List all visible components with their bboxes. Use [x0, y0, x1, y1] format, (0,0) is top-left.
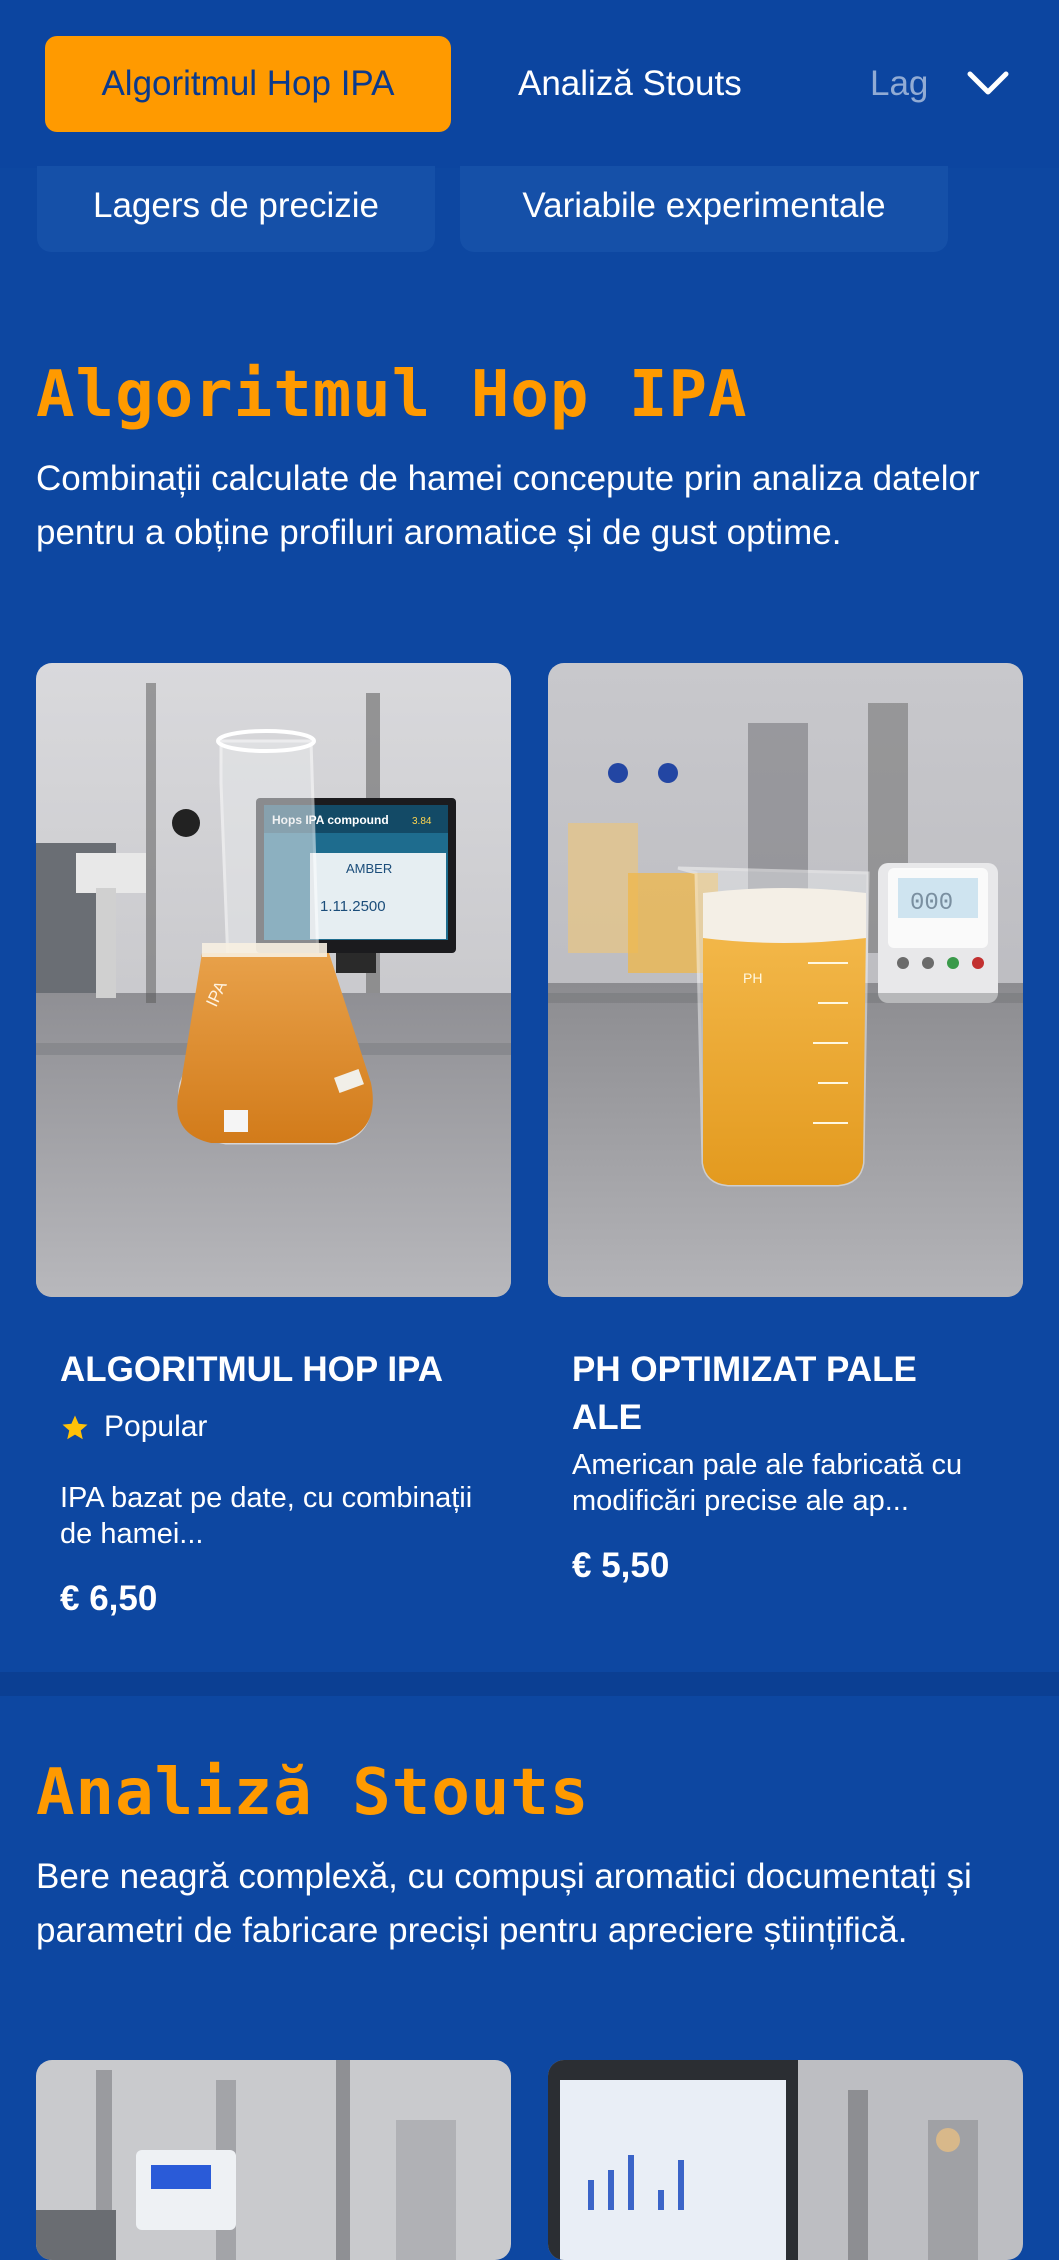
- product-description: IPA bazat pe date, cu combinații de hame…: [60, 1482, 473, 1550]
- product-price: € 5,50: [572, 1546, 670, 1585]
- product-image-stout-2[interactable]: [548, 2060, 1023, 2260]
- popular-badge: Popular: [104, 1410, 208, 1443]
- section-description: Combinații calculate de hamei concepute …: [36, 459, 980, 552]
- product-image-stout-1[interactable]: [36, 2060, 511, 2260]
- chip-lagers-de-precizie[interactable]: Lagers de precizie: [37, 166, 435, 252]
- tab-lagers-partial[interactable]: Lag: [870, 36, 936, 132]
- product-description: American pale ale fabricată cu modificăr…: [572, 1449, 963, 1517]
- section-title: Analiză Stouts: [36, 1756, 590, 1830]
- product-name[interactable]: PH OPTIMIZAT PALE ALE: [572, 1346, 992, 1442]
- meter-display-text: 000: [910, 890, 953, 917]
- product-image-ph-pale-ale[interactable]: 000 PH: [548, 663, 1023, 1297]
- beaker-label-text: PH: [743, 970, 762, 986]
- product-image-hop-ipa[interactable]: Hops IPA compound 3.84 AMBER 1.11.2500 I…: [36, 663, 511, 1297]
- category-nav: Algoritmul Hop IPA Analiză Stouts Lag: [0, 0, 1059, 168]
- monitor-reading-text: 1.11.2500: [320, 898, 386, 915]
- monitor-value-text: 3.84: [412, 816, 432, 827]
- chevron-down-icon[interactable]: [964, 62, 1012, 106]
- section-divider: [0, 1672, 1059, 1696]
- monitor-label-text: AMBER: [346, 861, 392, 876]
- section-title: Algoritmul Hop IPA: [36, 358, 748, 432]
- tab-algoritmul-hop-ipa[interactable]: Algoritmul Hop IPA: [45, 36, 451, 132]
- tab-analiza-stouts[interactable]: Analiză Stouts: [518, 36, 742, 132]
- product-price: € 6,50: [60, 1579, 158, 1618]
- chip-variabile-experimentale[interactable]: Variabile experimentale: [460, 166, 948, 252]
- section-description: Bere neagră complexă, cu compuși aromati…: [36, 1857, 972, 1950]
- star-icon: [62, 1415, 88, 1440]
- product-name[interactable]: ALGORITMUL HOP IPA: [60, 1346, 480, 1394]
